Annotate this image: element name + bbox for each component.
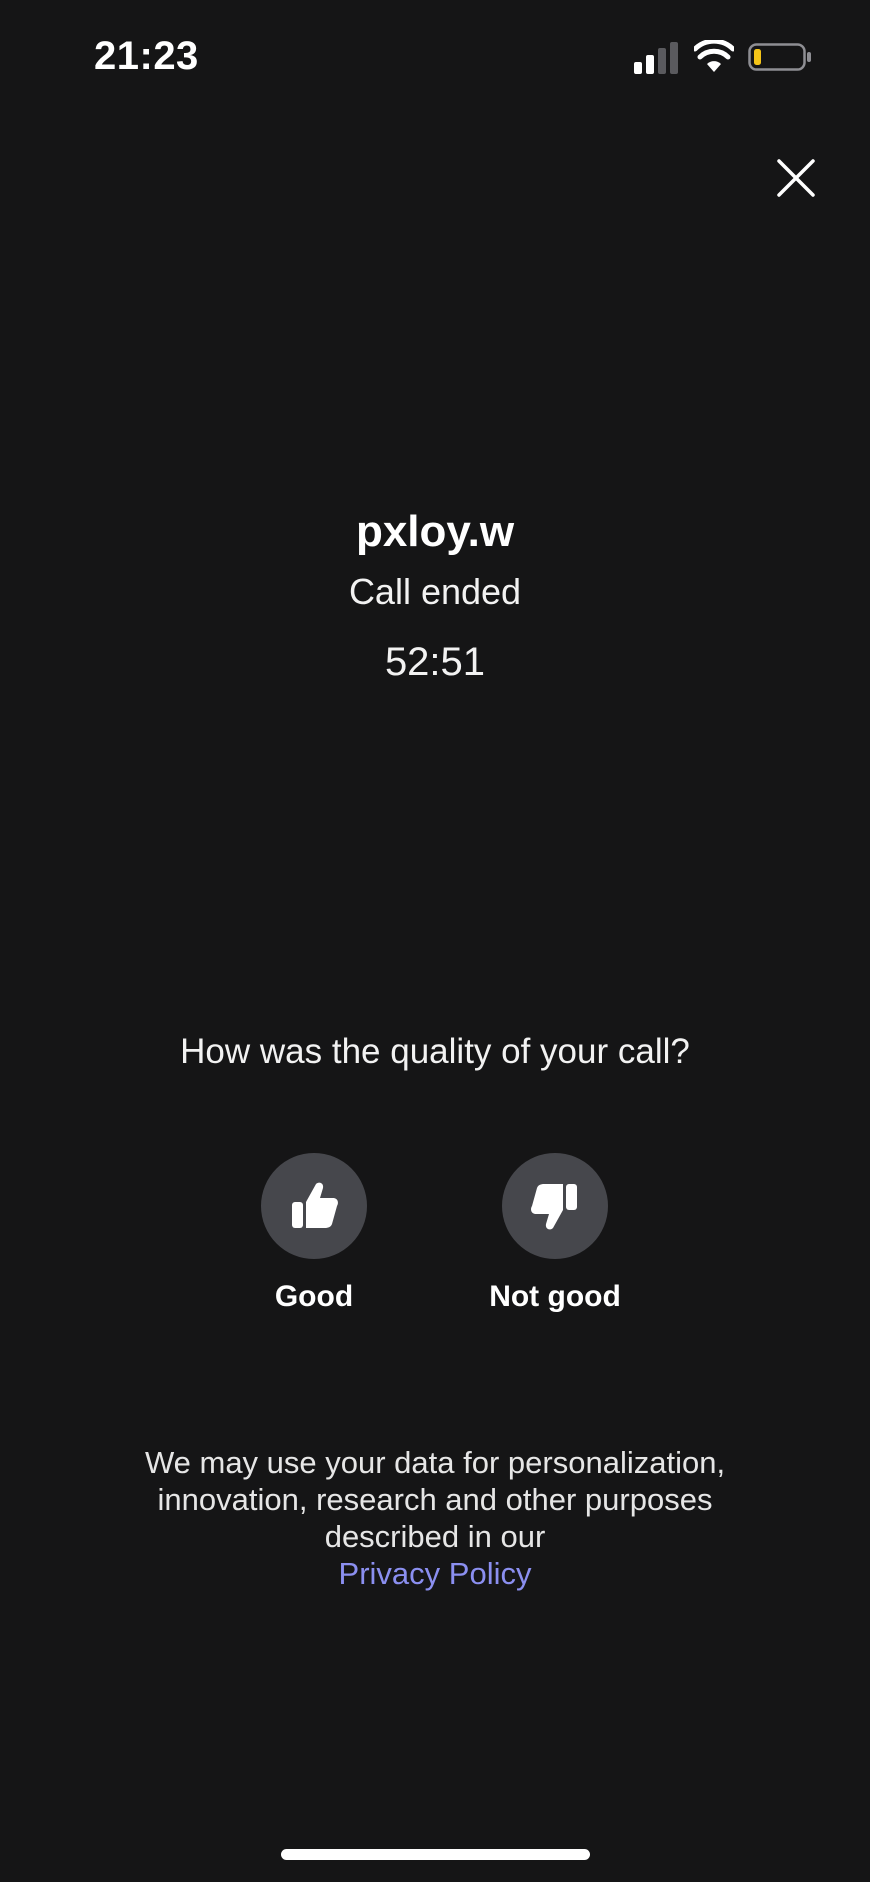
status-time: 21:23 bbox=[94, 34, 199, 78]
call-summary: pxloy.w Call ended 52:51 bbox=[0, 500, 870, 690]
status-bar: 21:23 bbox=[0, 0, 870, 110]
quality-question: How was the quality of your call? bbox=[180, 1032, 690, 1071]
caller-name: pxloy.w bbox=[355, 507, 515, 556]
cellular-signal-icon bbox=[634, 42, 678, 74]
call-duration: 52:51 bbox=[384, 640, 486, 684]
close-icon bbox=[777, 159, 815, 197]
wifi-icon bbox=[694, 40, 734, 72]
privacy-policy-link[interactable]: Privacy Policy bbox=[110, 1555, 760, 1592]
home-indicator[interactable] bbox=[281, 1849, 590, 1860]
not-good-label: Not good bbox=[489, 1280, 621, 1313]
not-good-rating-circle[interactable] bbox=[502, 1153, 608, 1259]
not-good-rating-button[interactable]: Not good bbox=[445, 1153, 665, 1317]
call-status: Call ended bbox=[348, 571, 522, 612]
good-rating-circle[interactable] bbox=[261, 1153, 367, 1259]
thumbs-down-icon bbox=[531, 1184, 577, 1230]
thumbs-up-icon bbox=[292, 1182, 338, 1228]
close-button[interactable] bbox=[772, 154, 820, 202]
battery-icon bbox=[748, 43, 811, 71]
good-rating-button[interactable]: Good bbox=[204, 1153, 424, 1317]
good-label: Good bbox=[274, 1280, 354, 1313]
privacy-notice-text: We may use your data for personalization… bbox=[144, 1445, 726, 1554]
privacy-notice: We may use your data for personalization… bbox=[110, 1444, 760, 1592]
